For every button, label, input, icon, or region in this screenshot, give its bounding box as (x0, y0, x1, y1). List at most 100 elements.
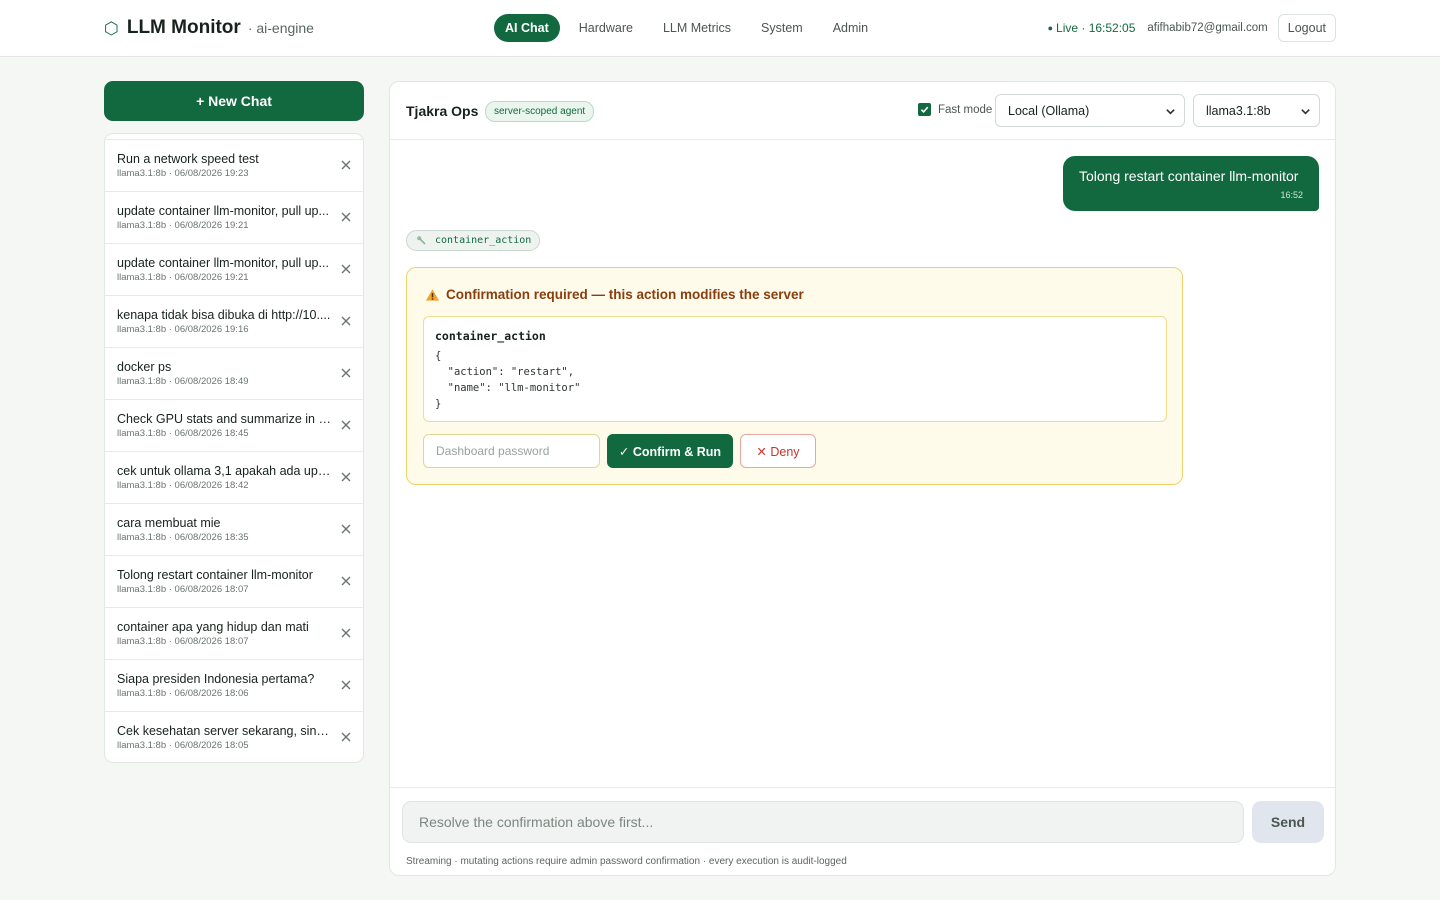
chat-history-item[interactable]: cek untuk ollama 3,1 apakah ada upd... ll… (105, 451, 363, 503)
app-subtitle: · ai-engine (247, 20, 314, 36)
chat-history-meta: llama3.1:8b · 06/08/2026 19:16 (117, 324, 249, 335)
provider-select[interactable]: Local (Ollama) (995, 94, 1185, 127)
chat-history-meta: llama3.1:8b · 06/08/2026 18:45 (117, 428, 249, 439)
close-icon[interactable] (339, 314, 353, 328)
nav-hardware[interactable]: Hardware (568, 14, 644, 42)
close-icon[interactable] (339, 366, 353, 380)
agent-scope-badge: server-scoped agent (485, 101, 595, 122)
chat-history-title: update container llm-monitor, pull up... (117, 256, 329, 270)
close-icon[interactable] (339, 678, 353, 692)
chat-history-title: Check GPU stats and summarize in 2 ... (117, 412, 333, 426)
chat-history-title: Run a network speed test (117, 152, 259, 166)
close-icon[interactable] (339, 522, 353, 536)
tool-args-json: { "action": "restart", "name": "llm-moni… (435, 350, 581, 410)
chat-history-meta: llama3.1:8b · 06/08/2026 18:35 (117, 532, 249, 543)
close-icon[interactable] (339, 470, 353, 484)
chat-history-title: container apa yang hidup dan mati (117, 620, 309, 634)
chat-history-item[interactable]: Tolong restart container llm-monitor llam… (105, 555, 363, 607)
chat-history-title: Cek kesehatan server sekarang, singk... (117, 724, 333, 738)
fast-mode-checkbox[interactable] (918, 103, 931, 116)
chat-history-item[interactable]: update container llm-monitor, pull up...… (105, 243, 363, 295)
brand[interactable]: ⬡ LLM Monitor · ai-engine (104, 17, 314, 39)
main-nav: AI Chat Hardware LLM Metrics System Admi… (494, 14, 887, 42)
confirm-run-button[interactable]: ✓ Confirm & Run (607, 434, 733, 468)
chat-history-meta: llama3.1:8b · 06/08/2026 18:07 (117, 636, 249, 647)
header-right: ● Live · 16:52:05 afifhabib72@gmail.com L… (1048, 14, 1336, 42)
chat-history-title: docker ps (117, 360, 172, 374)
close-icon[interactable] (339, 418, 353, 432)
chat-history-item[interactable]: Run a network speed test llama3.1:8b · 06… (105, 139, 363, 191)
user-message-time: 16:52 (1280, 190, 1303, 200)
chat-history-meta: llama3.1:8b · 06/08/2026 19:21 (117, 272, 249, 283)
deny-button[interactable]: ✕ Deny (740, 434, 816, 468)
fast-mode-toggle[interactable]: Fast mode (918, 103, 992, 116)
chat-history-list: Run a network speed test llama3.1:8b · 06… (104, 133, 364, 763)
tool-call-name: container_action (435, 235, 532, 246)
user-message-bubble: Tolong restart container llm-monitor 16:… (1063, 156, 1319, 211)
nav-system[interactable]: System (750, 14, 814, 42)
tool-args-name: container_action (435, 329, 546, 343)
chevron-down-icon (1166, 109, 1175, 115)
tool-args-code: container_action { "action": "restart", … (423, 316, 1167, 422)
model-select-value: llama3.1:8b (1206, 104, 1271, 118)
chat-history-meta: llama3.1:8b · 06/08/2026 18:06 (117, 688, 249, 699)
hexagon-icon: ⬡ (104, 19, 119, 38)
logout-button[interactable]: Logout (1277, 14, 1336, 42)
message-composer: Send Streaming · mutating actions requir… (390, 787, 1335, 875)
chat-history-title: cara membuat mie (117, 516, 221, 530)
chat-history-title: kenapa tidak bisa dibuka di http://10...… (117, 308, 331, 322)
chat-header: Tjakra Ops server-scoped agent Fast mode… (390, 82, 1335, 140)
composer-hint: Streaming · mutating actions require adm… (406, 856, 847, 867)
chat-history-title: cek untuk ollama 3,1 apakah ada upd... (117, 464, 333, 478)
chat-history-item[interactable]: Cek kesehatan server sekarang, singk... l… (105, 711, 363, 762)
chat-history-item[interactable]: kenapa tidak bisa dibuka di http://10...… (105, 295, 363, 347)
agent-name: Tjakra Ops (406, 103, 479, 119)
close-icon[interactable] (339, 626, 353, 640)
top-header: ⬡ LLM Monitor · ai-engine AI Chat Hardwa… (0, 0, 1440, 57)
close-icon[interactable] (339, 158, 353, 172)
check-icon (920, 106, 929, 114)
chat-history-item[interactable]: Check GPU stats and summarize in 2 ... ll… (105, 399, 363, 451)
confirmation-title-text: Confirmation required — this action modi… (446, 287, 804, 302)
message-input[interactable] (402, 801, 1244, 843)
confirmation-card: Confirmation required — this action modi… (406, 267, 1183, 485)
dashboard-password-input[interactable] (423, 434, 600, 468)
chat-panel: Tjakra Ops server-scoped agent Fast mode… (389, 81, 1336, 876)
user-message-text: Tolong restart container llm-monitor (1079, 168, 1299, 184)
confirmation-title: Confirmation required — this action modi… (425, 287, 804, 302)
live-label: Live · 16:52:05 (1056, 21, 1136, 35)
live-status: ● Live · 16:52:05 (1048, 21, 1136, 35)
send-button[interactable]: Send (1252, 801, 1324, 843)
live-dot-icon: ● (1047, 23, 1054, 33)
tool-call-chip: container_action (406, 230, 541, 251)
warning-icon (425, 288, 440, 301)
chat-history-item[interactable]: Siapa presiden Indonesia pertama? llama3.… (105, 659, 363, 711)
chevron-down-icon (1301, 109, 1310, 115)
close-icon[interactable] (339, 210, 353, 224)
chat-history-meta: llama3.1:8b · 06/08/2026 18:07 (117, 584, 249, 595)
provider-select-value: Local (Ollama) (1008, 104, 1090, 118)
new-chat-button[interactable]: + New Chat (104, 81, 364, 121)
chat-history-item[interactable]: container apa yang hidup dan mati llama3.… (105, 607, 363, 659)
chat-history-item[interactable]: docker ps llama3.1:8b · 06/08/2026 18:49 (105, 347, 363, 399)
chat-history-meta: llama3.1:8b · 06/08/2026 18:42 (117, 480, 249, 491)
chat-history-title: Tolong restart container llm-monitor (117, 568, 313, 582)
chat-history-title: Siapa presiden Indonesia pertama? (117, 672, 315, 686)
nav-llm-metrics[interactable]: LLM Metrics (652, 14, 742, 42)
chat-history-item[interactable]: cara membuat mie llama3.1:8b · 06/08/2026… (105, 503, 363, 555)
model-select[interactable]: llama3.1:8b (1193, 94, 1320, 127)
chat-history-meta: llama3.1:8b · 06/08/2026 18:05 (117, 740, 249, 751)
nav-admin[interactable]: Admin (822, 14, 879, 42)
close-icon[interactable] (339, 574, 353, 588)
close-icon[interactable] (339, 730, 353, 744)
chat-history-meta: llama3.1:8b · 06/08/2026 19:23 (117, 168, 249, 179)
app-title: LLM Monitor (126, 17, 241, 38)
chat-history-item[interactable]: update container llm-monitor, pull up...… (105, 191, 363, 243)
chat-history-title: update container llm-monitor, pull up... (117, 204, 329, 218)
chat-history-meta: llama3.1:8b · 06/08/2026 19:21 (117, 220, 249, 231)
chat-history-meta: llama3.1:8b · 06/08/2026 18:49 (117, 376, 249, 387)
wrench-icon (417, 235, 426, 245)
close-icon[interactable] (339, 262, 353, 276)
user-email: afifhabib72@gmail.com (1147, 22, 1268, 34)
nav-ai-chat[interactable]: AI Chat (494, 14, 560, 42)
